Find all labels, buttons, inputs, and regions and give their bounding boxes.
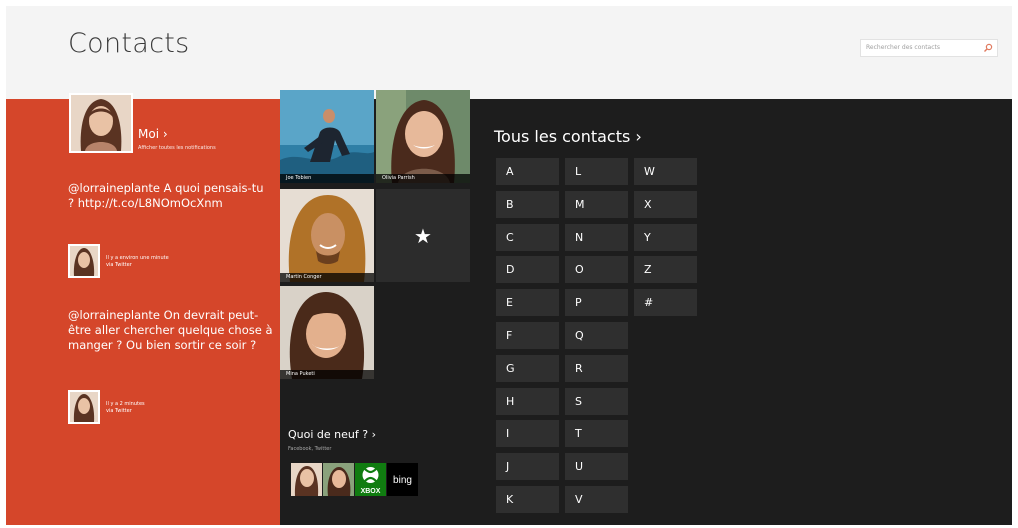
letter-tile[interactable]: W xyxy=(634,158,697,185)
xbox-label: XBOX xyxy=(361,488,381,495)
xbox-tile[interactable]: XBOX xyxy=(355,463,386,496)
add-favorite-tile[interactable]: ★ xyxy=(376,189,470,282)
favorite-caption: Joe Tobien xyxy=(280,174,374,183)
whats-new-link[interactable]: Quoi de neuf ? › xyxy=(288,428,376,441)
contacts-app: Contacts Rechercher des contacts Moi › A… xyxy=(6,6,1012,525)
me-link[interactable]: Moi › xyxy=(138,127,168,141)
me-panel: Moi › Afficher toutes les notifications … xyxy=(6,93,280,525)
app-header: Contacts Rechercher des contacts xyxy=(6,6,1012,99)
feed-item-text[interactable]: @lorraineplante A quoi pensais-tu ? http… xyxy=(68,181,273,211)
letter-tile[interactable]: C xyxy=(496,223,559,251)
favorite-caption: Mina Puketi xyxy=(280,370,374,379)
bing-icon: bing xyxy=(393,475,412,486)
favorite-tile[interactable]: Martin Conger xyxy=(280,189,374,282)
favorites-panel: Joe Tobien Olivia Parrish Martin Conger xyxy=(280,90,470,525)
me-notifications-link[interactable]: Afficher toutes les notifications xyxy=(138,145,216,151)
letter-tile[interactable]: L xyxy=(565,158,628,185)
contact-photo xyxy=(280,90,374,183)
letter-tile[interactable]: K xyxy=(496,486,559,513)
letter-tile[interactable]: H xyxy=(496,387,559,415)
bing-label: bing xyxy=(393,475,412,486)
avatar[interactable] xyxy=(323,463,354,496)
star-icon: ★ xyxy=(414,223,432,248)
favorite-tile[interactable]: Joe Tobien xyxy=(280,90,374,183)
letter-tile[interactable]: B xyxy=(496,190,559,218)
avatar xyxy=(68,390,100,424)
search-box[interactable]: Rechercher des contacts xyxy=(860,39,998,57)
feed-item-source: via Twitter xyxy=(106,262,132,268)
letter-tile[interactable]: F xyxy=(496,322,559,349)
letter-tile[interactable]: O xyxy=(565,256,628,284)
search-input[interactable]: Rechercher des contacts xyxy=(866,44,940,51)
letter-tile[interactable]: S xyxy=(565,387,628,415)
letter-tile[interactable]: T xyxy=(565,420,628,448)
feed-item-text[interactable]: @lorraineplante On devrait peut-être all… xyxy=(68,308,273,353)
favorite-tile[interactable]: Mina Puketi xyxy=(280,286,374,379)
avatar[interactable] xyxy=(291,463,322,496)
letter-tile[interactable]: P xyxy=(565,289,628,317)
letter-tile[interactable]: I xyxy=(496,420,559,448)
contact-photo xyxy=(280,286,374,379)
all-contacts-link[interactable]: Tous les contacts › xyxy=(494,127,642,146)
letter-tile[interactable]: U xyxy=(565,453,628,481)
contact-photo xyxy=(280,189,374,282)
letter-tile[interactable]: # xyxy=(634,289,697,317)
letter-tile[interactable]: V xyxy=(565,486,628,513)
contact-name: Joe Tobien xyxy=(286,175,312,181)
whats-new-sources: Facebook, Twitter xyxy=(288,446,332,452)
letter-tile[interactable]: D xyxy=(496,256,559,284)
feed-item-meta: Il y a 2 minutes via Twitter xyxy=(68,390,268,424)
letter-tile[interactable]: R xyxy=(565,354,628,382)
letter-tile[interactable]: G xyxy=(496,354,559,382)
feed-item-meta: Il y a environ une minute via Twitter xyxy=(68,244,268,278)
contact-name: Mina Puketi xyxy=(286,371,315,377)
contact-name: Martin Conger xyxy=(286,274,322,280)
letter-tile[interactable]: N xyxy=(565,223,628,251)
letter-tile[interactable]: Q xyxy=(565,322,628,349)
favorite-caption: Martin Conger xyxy=(280,273,374,282)
page-title: Contacts xyxy=(68,28,190,59)
search-icon[interactable] xyxy=(983,43,993,53)
letter-tile[interactable]: Z xyxy=(634,256,697,284)
letter-tile[interactable]: X xyxy=(634,190,697,218)
feed-item-time: Il y a environ une minute xyxy=(106,255,169,261)
me-avatar[interactable] xyxy=(69,93,133,153)
bing-tile[interactable]: bing xyxy=(387,463,418,496)
letter-tile[interactable]: M xyxy=(565,190,628,218)
feed-item-time: Il y a 2 minutes xyxy=(106,401,145,407)
xbox-icon: XBOX xyxy=(361,467,381,495)
feed-item-source: via Twitter xyxy=(106,408,132,414)
favorite-caption: Olivia Parrish xyxy=(376,174,470,183)
letter-tile[interactable]: E xyxy=(496,289,559,317)
letter-tile[interactable]: Y xyxy=(634,223,697,251)
contact-name: Olivia Parrish xyxy=(382,175,415,181)
letter-tile[interactable]: A xyxy=(496,158,559,185)
favorite-tile[interactable]: Olivia Parrish xyxy=(376,90,470,183)
letter-tile[interactable]: J xyxy=(496,453,559,481)
contact-photo xyxy=(376,90,470,183)
avatar xyxy=(68,244,100,278)
